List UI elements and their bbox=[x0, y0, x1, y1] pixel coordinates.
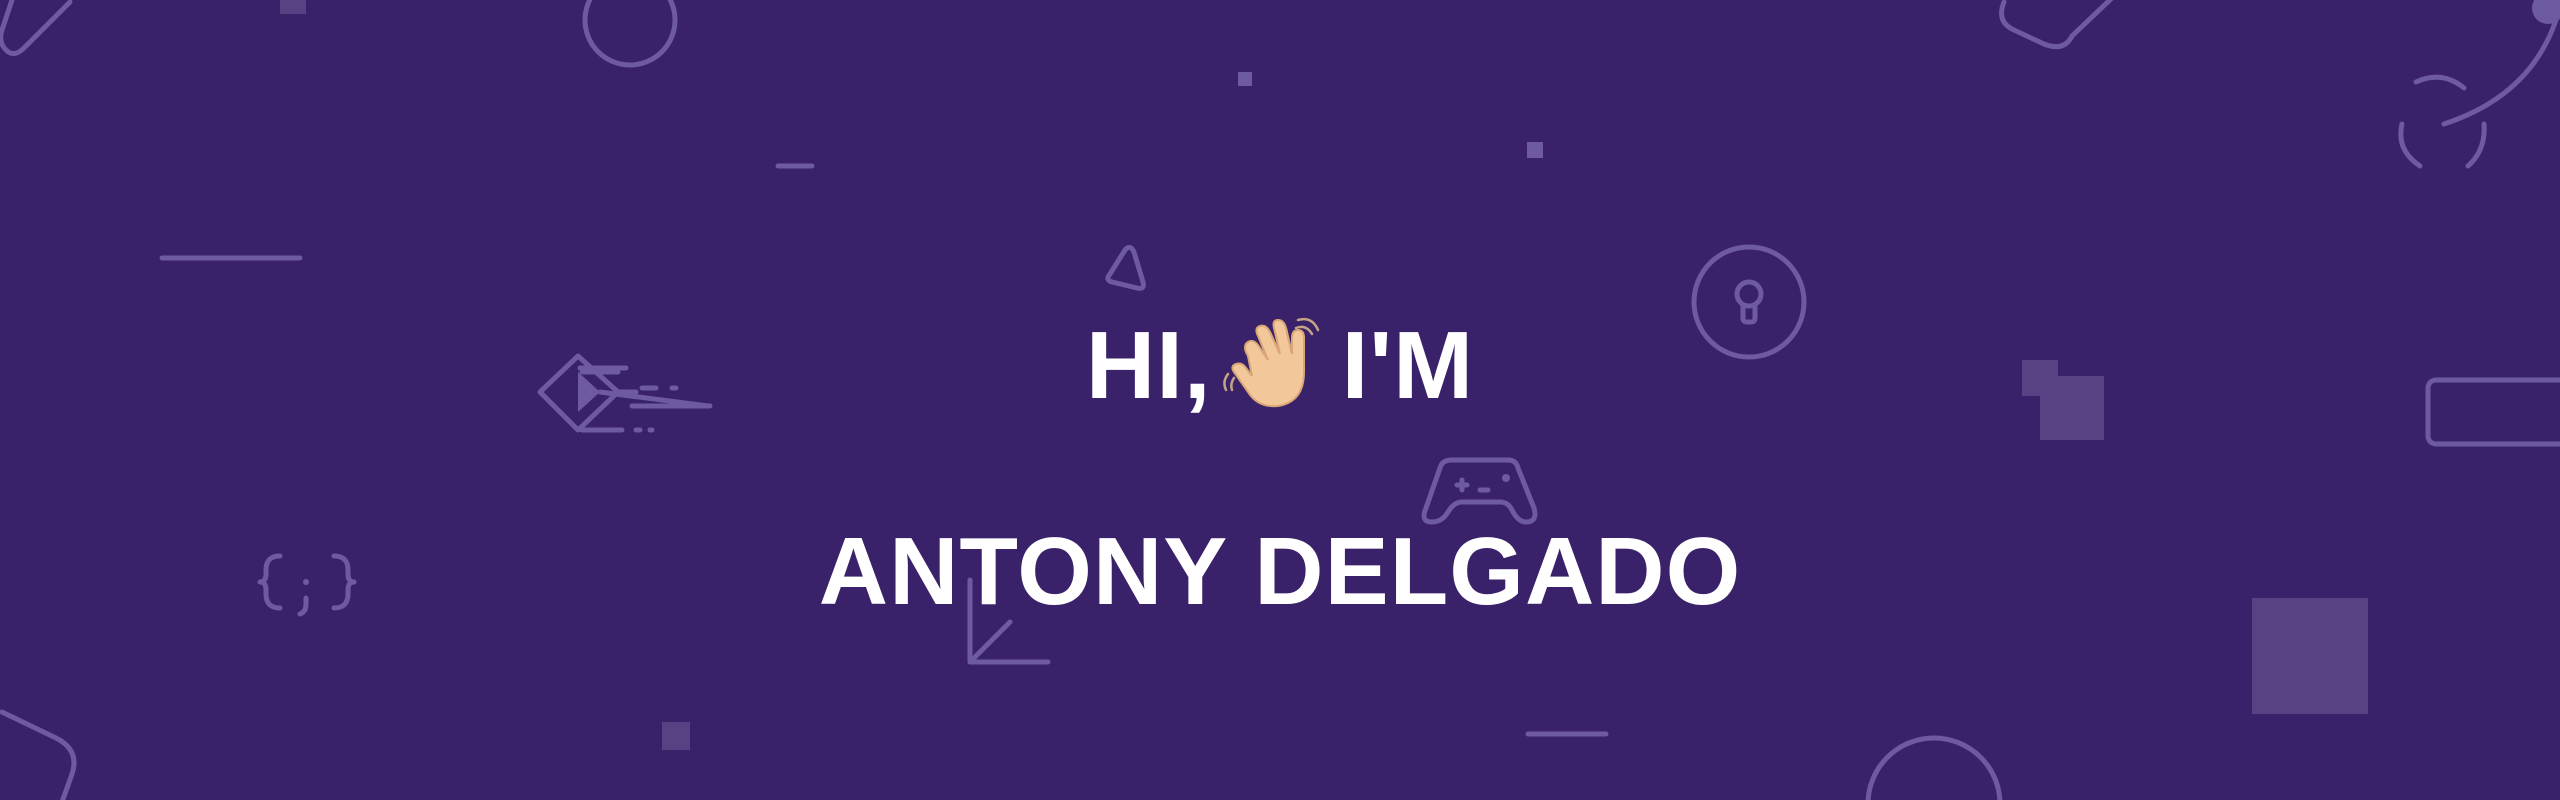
greeting-heading: HI, I'M bbox=[0, 316, 2560, 416]
gamepad-icon bbox=[1421, 457, 1538, 525]
circle-icon bbox=[1865, 735, 2003, 800]
square-icon bbox=[280, 0, 306, 14]
greeting-text: HI, bbox=[1085, 312, 1212, 419]
rounded-corner-shape bbox=[0, 709, 77, 800]
arc-icon bbox=[2441, 17, 2559, 127]
circle-icon bbox=[2532, 0, 2560, 24]
triangle-icon bbox=[1105, 244, 1146, 291]
rounded-corner-shape bbox=[1999, 0, 2114, 50]
greeting-after-text: I'M bbox=[1341, 312, 1475, 419]
waving-hand-icon bbox=[1222, 317, 1319, 408]
square-icon bbox=[1238, 72, 1252, 86]
square-icon bbox=[662, 722, 690, 750]
rounded-corner-shape bbox=[0, 0, 73, 56]
circle-icon bbox=[582, 0, 678, 68]
name-heading: ANTONY DELGADO bbox=[818, 518, 1742, 625]
square-icon bbox=[1527, 142, 1543, 158]
hero-banner: HI, I'M ANTONY DELGADO bbox=[0, 0, 2560, 800]
